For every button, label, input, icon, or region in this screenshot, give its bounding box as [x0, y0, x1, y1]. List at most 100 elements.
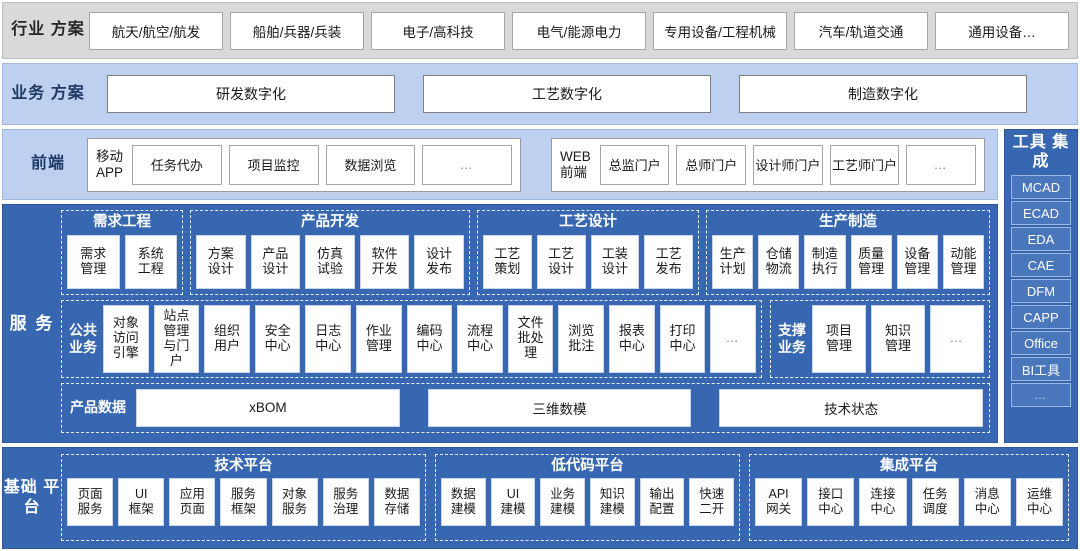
group-product-development: 产品开发 方案 设计 产品 设计 仿真 试验 软件 开发 设计 发布: [190, 210, 470, 295]
fnd-chip-knowledge-modeling[interactable]: 知识 建模: [590, 477, 635, 526]
industry-chip-energy[interactable]: 电气/能源电力: [512, 11, 646, 50]
fnd-chip-service-governance[interactable]: 服务 治理: [322, 477, 369, 526]
foundation-body: 技术平台 页面 服务 UI 框架 应用 页面 服务 框架 对象 服务 服务 治理…: [61, 448, 1077, 548]
web-chip-more[interactable]: …: [906, 144, 976, 185]
svc-chip-object-access-engine[interactable]: 对象 访问 引擎: [103, 304, 149, 373]
group-public-business: 公共 业务 对象 访问 引擎 站点 管理 与门 户 组织 用户 安全 中心 日志…: [61, 299, 762, 378]
fnd-chip-interface-center[interactable]: 接口 中心: [807, 477, 855, 526]
fnd-chip-ui-modeling[interactable]: UI 建模: [490, 477, 536, 526]
svc-chip-coding-center[interactable]: 编码 中心: [406, 304, 453, 373]
mobile-chip-task-agent[interactable]: 任务代办: [132, 144, 222, 185]
fnd-chip-message-center[interactable]: 消息 中心: [963, 477, 1011, 526]
svc-chip-knowledge-management[interactable]: 知识 管理: [871, 304, 925, 373]
tool-chip-ecad[interactable]: ECAD: [1011, 201, 1071, 226]
tool-chip-dfm[interactable]: DFM: [1011, 279, 1071, 304]
group-chips-public-business: 对象 访问 引擎 站点 管理 与门 户 组织 用户 安全 中心 日志 中心 作业…: [103, 304, 756, 373]
svc-chip-org-user[interactable]: 组织 用户: [204, 304, 250, 373]
svc-chip-software-development[interactable]: 软件 开发: [359, 234, 410, 289]
fnd-chip-data-storage[interactable]: 数据 存储: [373, 477, 420, 526]
pd-chip-3d-model[interactable]: 三维数模: [427, 388, 692, 427]
svc-chip-workflow-center[interactable]: 流程 中心: [457, 304, 503, 373]
web-chip-process-engineer-portal[interactable]: 工艺师门户: [829, 144, 900, 185]
fnd-chip-ui-framework[interactable]: UI 框架: [118, 477, 165, 526]
fnd-chip-object-service[interactable]: 对象 服务: [271, 477, 318, 526]
fnd-chip-task-scheduling[interactable]: 任务 调度: [911, 477, 959, 526]
svc-chip-warehouse-logistics[interactable]: 仓储 物流: [758, 234, 800, 289]
svc-chip-job-management[interactable]: 作业 管理: [356, 304, 402, 373]
fnd-chip-business-modeling[interactable]: 业务 建模: [540, 477, 586, 526]
svc-chip-process-design[interactable]: 工艺 设计: [536, 234, 586, 289]
pd-chip-technical-state[interactable]: 技术状态: [719, 388, 984, 427]
group-chips-technology-platform: 页面 服务 UI 框架 应用 页面 服务 框架 对象 服务 服务 治理 数据 存…: [67, 477, 420, 535]
mobile-chip-data-browse[interactable]: 数据浏览: [325, 144, 416, 185]
industry-chip-shipbuilding[interactable]: 船舶/兵器/兵装: [230, 11, 364, 50]
web-chip-director-portal[interactable]: 总监门户: [599, 144, 670, 185]
fnd-chip-data-modeling[interactable]: 数据 建模: [441, 477, 486, 526]
business-chip-process-digitalization[interactable]: 工艺数字化: [423, 75, 711, 113]
svc-chip-process-planning[interactable]: 工艺 策划: [483, 234, 532, 289]
tool-chip-eda[interactable]: EDA: [1011, 227, 1071, 252]
svc-chip-log-center[interactable]: 日志 中心: [305, 304, 352, 373]
svc-chip-simulation-test[interactable]: 仿真 试验: [305, 234, 355, 289]
svc-chip-quality-management[interactable]: 质量 管理: [850, 234, 892, 289]
svc-chip-design-release[interactable]: 设计 发布: [414, 234, 464, 289]
industry-row-label: 行业 方案: [11, 21, 85, 39]
tool-chip-mcad[interactable]: MCAD: [1011, 175, 1071, 200]
group-chips-product-development: 方案 设计 产品 设计 仿真 试验 软件 开发 设计 发布: [196, 234, 464, 289]
tool-chip-office[interactable]: Office: [1011, 331, 1071, 356]
svc-chip-site-management-portal[interactable]: 站点 管理 与门 户: [153, 304, 200, 373]
fnd-chip-page-service[interactable]: 页面 服务: [67, 477, 114, 526]
industry-chip-electronics[interactable]: 电子/高科技: [371, 11, 505, 50]
svc-chip-tooling-design[interactable]: 工装 设计: [590, 234, 640, 289]
frontend-group-track: 移动 APP 任务代办 项目监控 数据浏览 … WEB 前端 总监门户 总师门户…: [87, 137, 997, 192]
group-technology-platform: 技术平台 页面 服务 UI 框架 应用 页面 服务 框架 对象 服务 服务 治理…: [61, 454, 426, 541]
svc-chip-product-design[interactable]: 产品 设计: [250, 234, 301, 289]
svc-chip-browse-annotation[interactable]: 浏览 批注: [558, 304, 605, 373]
svc-chip-public-more[interactable]: …: [710, 304, 756, 373]
svc-chip-requirement-management[interactable]: 需求 管理: [67, 234, 120, 289]
fnd-chip-service-framework[interactable]: 服务 框架: [220, 477, 267, 526]
industry-chip-automotive[interactable]: 汽车/轨道交通: [794, 11, 928, 50]
svc-chip-production-plan[interactable]: 生产 计划: [712, 234, 754, 289]
svc-chip-report-center[interactable]: 报表 中心: [609, 304, 655, 373]
tool-chip-bi[interactable]: BI工具: [1011, 357, 1071, 382]
svc-chip-equipment-management[interactable]: 设备 管理: [896, 234, 938, 289]
svc-chip-manufacturing-execution[interactable]: 制造 执行: [804, 234, 846, 289]
tool-chip-more[interactable]: …: [1011, 383, 1071, 408]
fnd-chip-api-gateway[interactable]: API 网关: [755, 477, 803, 526]
business-chip-manufacturing-digitalization[interactable]: 制造数字化: [739, 75, 1027, 113]
svc-chip-process-release[interactable]: 工艺 发布: [644, 234, 693, 289]
web-chip-designer-portal[interactable]: 设计师门户: [753, 144, 823, 185]
industry-chip-machinery[interactable]: 专用设备/工程机械: [653, 11, 787, 50]
frontend-group-mobile-app: 移动 APP 任务代办 项目监控 数据浏览 …: [87, 137, 521, 192]
svc-chip-scheme-design[interactable]: 方案 设计: [196, 234, 246, 289]
mobile-app-title: 移动 APP: [96, 148, 124, 180]
fnd-chip-ops-center[interactable]: 运维 中心: [1015, 477, 1064, 526]
group-title-product-development: 产品开发: [301, 214, 359, 230]
pd-chip-xbom[interactable]: xBOM: [136, 388, 400, 427]
industry-chip-general-equipment[interactable]: 通用设备…: [935, 11, 1069, 50]
group-chips-requirements: 需求 管理 系统 工程: [67, 234, 177, 289]
svc-chip-file-batch-processing[interactable]: 文件 批处 理: [507, 304, 554, 373]
mobile-chip-project-monitor[interactable]: 项目监控: [228, 144, 319, 185]
group-title-technology-platform: 技术平台: [214, 458, 273, 474]
svc-chip-project-management[interactable]: 项目 管理: [812, 304, 866, 373]
group-chips-support-business: 项目 管理 知识 管理 …: [812, 304, 984, 373]
business-chip-rnd-digitalization[interactable]: 研发数字化: [107, 75, 395, 113]
svc-chip-energy-management[interactable]: 动能 管理: [942, 234, 985, 289]
svc-chip-support-more[interactable]: …: [930, 304, 984, 373]
svc-chip-print-center[interactable]: 打印 中心: [659, 304, 706, 373]
industry-chip-aerospace[interactable]: 航天/航空/航发: [89, 11, 223, 50]
svc-chip-security-center[interactable]: 安全 中心: [254, 304, 301, 373]
svc-chip-systems-engineering[interactable]: 系统 工程: [124, 234, 177, 289]
fnd-chip-rapid-secondary-dev[interactable]: 快速 二开: [689, 477, 735, 526]
web-chip-chief-engineer-portal[interactable]: 总师门户: [676, 144, 747, 185]
fnd-chip-connection-center[interactable]: 连接 中心: [859, 477, 907, 526]
tool-chip-cae[interactable]: CAE: [1011, 253, 1071, 278]
mobile-chip-more[interactable]: …: [422, 144, 513, 185]
fnd-chip-output-configuration[interactable]: 输出 配置: [639, 477, 685, 526]
services-band-common: 公共 业务 对象 访问 引擎 站点 管理 与门 户 组织 用户 安全 中心 日志…: [61, 299, 990, 378]
fnd-chip-application-page[interactable]: 应用 页面: [169, 477, 216, 526]
services-band-domains: 需求工程 需求 管理 系统 工程 产品开发 方案 设计 产品 设计 仿真 试验 …: [61, 210, 990, 295]
tool-chip-capp[interactable]: CAPP: [1011, 305, 1071, 330]
